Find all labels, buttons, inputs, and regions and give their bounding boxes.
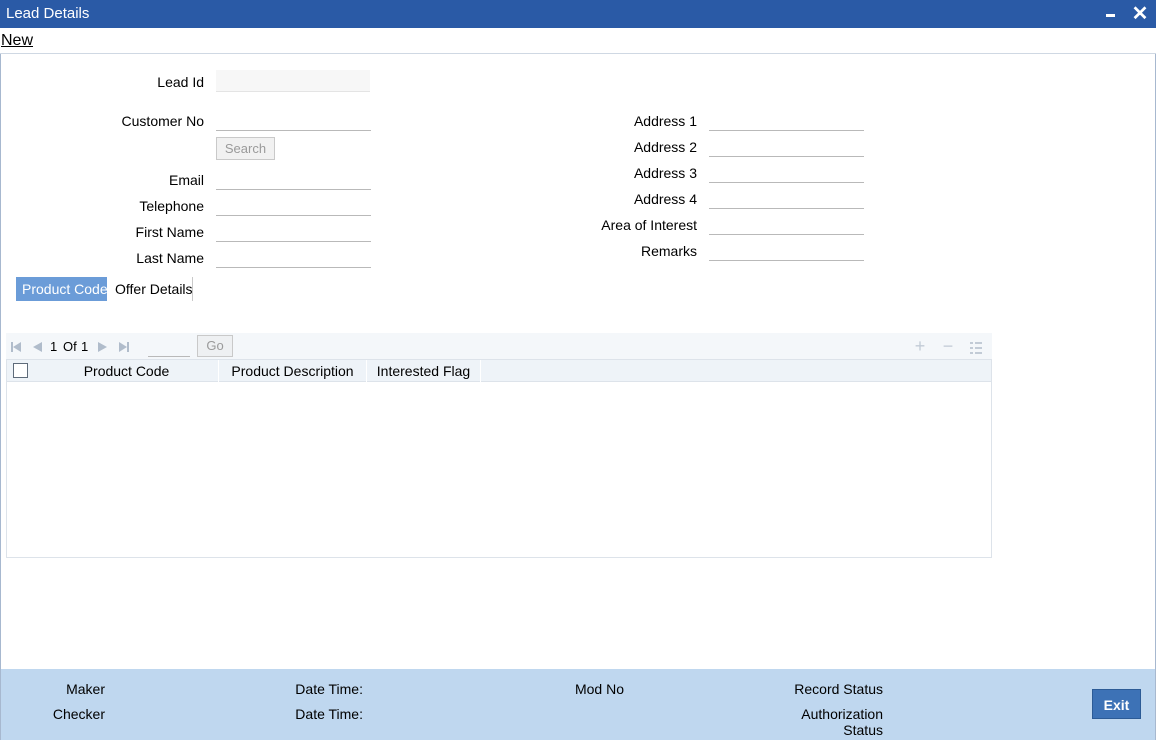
address4-field[interactable] (709, 187, 864, 209)
last-name-label: Last Name (136, 250, 204, 266)
checker-label: Checker (52, 706, 105, 722)
tab-product-code[interactable]: Product Code (16, 277, 108, 301)
column-header-product-code[interactable]: Product Code (35, 360, 219, 382)
authorization-label: Authorization (801, 706, 883, 722)
customer-no-field[interactable] (216, 109, 371, 131)
next-page-icon[interactable] (98, 342, 107, 352)
record-status-label: Record Status (794, 681, 883, 697)
remarks-label: Remarks (640, 243, 697, 259)
maker-label: Maker (66, 681, 105, 697)
title-bar: Lead Details ✕ (0, 0, 1156, 28)
audit-footer (1, 669, 1155, 740)
authorization-status-label: Status (843, 722, 883, 738)
telephone-label: Telephone (139, 198, 204, 214)
area-of-interest-field[interactable] (709, 213, 864, 235)
select-all-checkbox[interactable] (13, 363, 28, 378)
maker-date-time-label: Date Time: (295, 681, 363, 697)
column-header-interested-flag[interactable]: Interested Flag (367, 360, 481, 382)
address3-label: Address 3 (633, 165, 697, 181)
grid-toolbar: 1 Of 1 Go + − (6, 333, 992, 359)
minimize-icon[interactable] (1103, 7, 1119, 23)
address4-label: Address 4 (633, 191, 697, 207)
exit-button[interactable]: Exit (1092, 689, 1141, 719)
window-title: Lead Details (6, 5, 90, 22)
first-name-label: First Name (135, 224, 204, 240)
address1-field[interactable] (709, 109, 864, 131)
menu-bar: New (0, 28, 1156, 54)
last-name-field[interactable] (216, 246, 371, 268)
grid-header: Product Code Product Description Interes… (7, 360, 991, 382)
customer-no-label: Customer No (121, 113, 204, 129)
address1-label: Address 1 (633, 113, 697, 129)
address2-field[interactable] (709, 135, 864, 157)
checker-date-time-label: Date Time: (295, 706, 363, 722)
go-button[interactable]: Go (197, 335, 233, 357)
columns-icon[interactable] (970, 342, 982, 354)
product-grid: Product Code Product Description Interes… (6, 359, 992, 558)
last-page-icon[interactable] (119, 342, 129, 352)
column-header-product-description[interactable]: Product Description (219, 360, 367, 382)
add-row-icon[interactable]: + (913, 337, 927, 355)
prev-page-icon[interactable] (33, 342, 42, 352)
remarks-field[interactable] (709, 239, 864, 261)
delete-row-icon[interactable]: − (941, 337, 955, 355)
first-name-field[interactable] (216, 220, 371, 242)
address3-field[interactable] (709, 161, 864, 183)
email-field[interactable] (216, 168, 371, 190)
email-label: Email (168, 172, 204, 188)
mod-no-label: Mod No (574, 681, 624, 697)
lead-id-field[interactable] (216, 70, 370, 92)
page-current: 1 (50, 339, 58, 354)
page-number-input[interactable] (148, 337, 190, 357)
area-of-interest-label: Area of Interest (601, 217, 697, 233)
tab-offer-details[interactable]: Offer Details (109, 277, 193, 301)
address2-label: Address 2 (633, 139, 697, 155)
lead-id-label: Lead Id (157, 74, 204, 90)
page-total: 1 (81, 339, 89, 354)
search-button[interactable]: Search (216, 137, 275, 160)
close-icon[interactable]: ✕ (1131, 4, 1149, 24)
page-of-label: Of (63, 339, 77, 354)
first-page-icon[interactable] (11, 342, 21, 352)
new-link[interactable]: New (1, 32, 33, 50)
telephone-field[interactable] (216, 194, 371, 216)
